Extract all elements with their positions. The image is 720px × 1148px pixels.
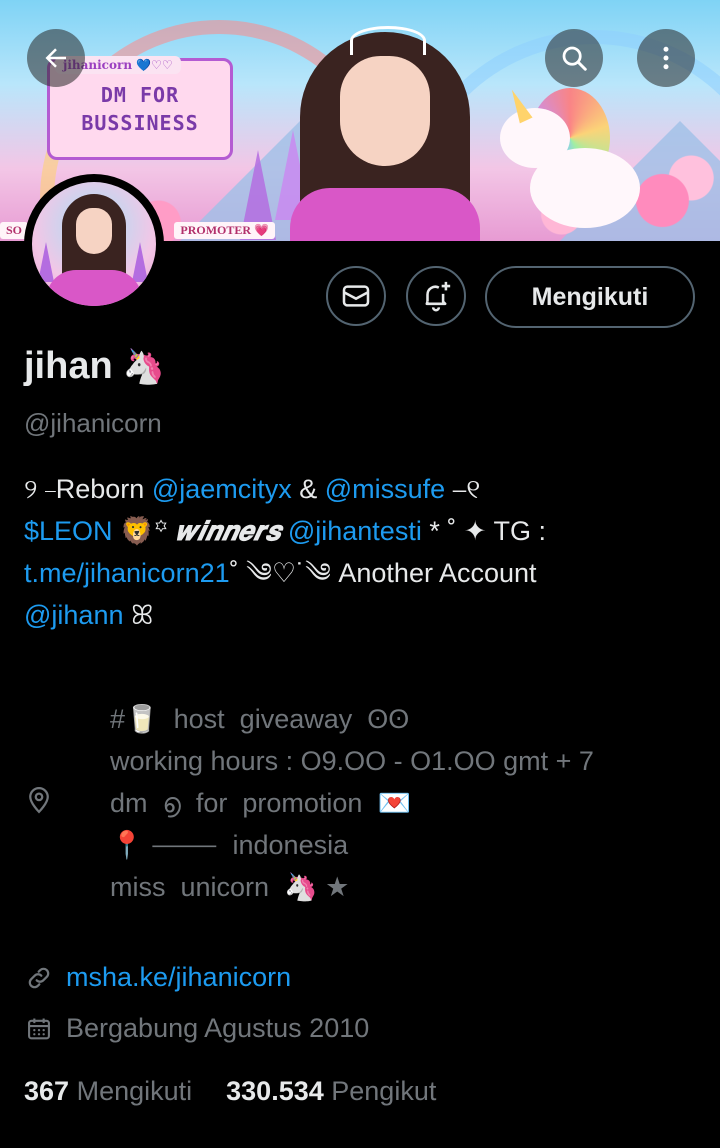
display-name: jihan 🦄 (24, 345, 165, 388)
link-icon (24, 963, 54, 993)
banner-strip-right: PROMOTER 💗 (174, 221, 275, 239)
bio-text: ꕤ (123, 600, 154, 630)
bio-text: ˚ ༄♡˙༄ Another Account (229, 558, 537, 588)
bio-text: ⎯୧ (445, 474, 481, 504)
bio-text: 🦁꙳ (112, 516, 176, 546)
following-button[interactable]: Mengikuti (485, 266, 695, 328)
banner-sign-line1: DM FOR (100, 83, 180, 107)
mention-link[interactable]: @missufe (325, 474, 445, 504)
mention-link[interactable]: @jihann (24, 600, 123, 630)
website-row: msha.ke/jihanicorn (24, 962, 291, 993)
telegram-link[interactable]: t.me/jihanicorn21 (24, 558, 230, 588)
following-stat[interactable]: 367 Mengikuti (24, 1076, 192, 1107)
username-handle: @jihanicorn (24, 408, 162, 438)
cashtag-link[interactable]: $LEON (24, 516, 113, 546)
envelope-icon (342, 285, 370, 307)
website-link[interactable]: msha.ke/jihanicorn (66, 962, 291, 993)
mention-link[interactable]: @jaemcityx (152, 474, 292, 504)
message-button[interactable] (326, 266, 386, 326)
followers-stat[interactable]: 330.534 Pengikut (226, 1076, 436, 1107)
bio-text: * ˚ ✦ TG : (421, 516, 546, 546)
followers-label: Pengikut (331, 1076, 437, 1106)
search-icon (562, 46, 587, 71)
banner-illustration-girl (290, 18, 480, 241)
notification-button[interactable] (406, 266, 466, 326)
following-label: Mengikuti (76, 1076, 193, 1106)
more-button[interactable] (637, 29, 695, 87)
bio-text-winners: 𝒘𝒊𝒏𝒏𝒆𝒓𝒔 (175, 516, 281, 546)
display-name-text: jihan (24, 345, 113, 387)
unicorn-emoji: 🦄 (122, 347, 166, 386)
more-vertical-icon (663, 46, 669, 70)
arrow-left-icon (45, 48, 66, 68)
avatar-image (32, 182, 156, 306)
banner-sign-line2: BUSSINESS (81, 111, 199, 135)
mention-link[interactable]: @jihantesti (288, 516, 422, 546)
search-button[interactable] (545, 29, 603, 87)
bio-text (280, 516, 288, 546)
back-button[interactable] (27, 29, 85, 87)
location-pin-icon (24, 785, 54, 820)
joined-date: Bergabung Agustus 2010 (66, 1013, 370, 1043)
follow-stats: 367 Mengikuti 330.534 Pengikut (24, 1076, 436, 1107)
location-text: #🥛 host giveaway ʘʘ working hours : O9.O… (110, 704, 594, 902)
joined-row: Bergabung Agustus 2010 (24, 1013, 369, 1044)
bio: ୨ ⎯Reborn @jaemcityx & @missufe ⎯୧ $LEON… (24, 468, 696, 636)
avatar[interactable] (24, 174, 164, 314)
banner-illustration-unicorn (500, 86, 650, 238)
following-count: 367 (24, 1076, 70, 1106)
followers-count: 330.534 (226, 1076, 324, 1106)
bell-plus-icon (425, 281, 451, 312)
bio-text: ୨ ⎯Reborn (24, 474, 152, 504)
bio-text: & (291, 474, 325, 504)
calendar-icon (24, 1014, 54, 1044)
